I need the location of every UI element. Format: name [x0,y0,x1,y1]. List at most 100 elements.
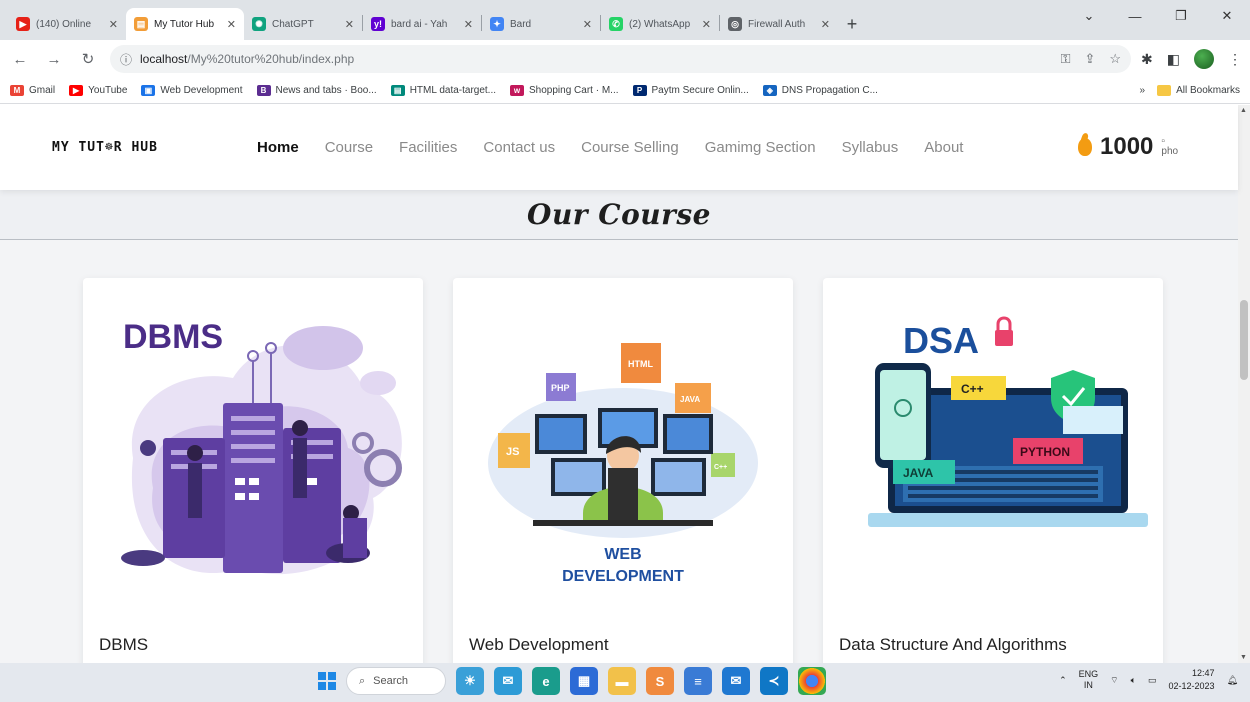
all-bookmarks[interactable]: All Bookmarks [1157,85,1240,96]
forward-button[interactable]: → [42,47,66,71]
site-navbar: MY TUT☸R HUB Home Course Facilities Cont… [0,105,1238,190]
bootstrap-icon: B [256,85,271,96]
close-window-button[interactable]: ✕ [1204,0,1250,32]
page-icon: ▤ [134,17,148,31]
php-tag: PHP [551,383,570,393]
file-explorer-icon[interactable]: ▬ [608,667,636,695]
avatar[interactable]: ▫ pho [1161,137,1191,157]
reload-button[interactable]: ↻ [76,47,100,71]
tab-whatsapp[interactable]: ✆ (2) WhatsApp ✕ [601,8,719,40]
language-code: ENG [1078,669,1099,679]
course-title[interactable]: Web Development [469,635,609,655]
notification-bell-icon[interactable]: 🔔︎ [1227,675,1238,686]
page-scrollbar[interactable]: ▲ ▼ [1238,105,1250,663]
menu-syllabus[interactable]: Syllabus [842,139,899,156]
bookmark-label: Web Development [160,85,243,96]
chrome-icon[interactable] [798,667,826,695]
chat-icon[interactable]: ✉ [494,667,522,695]
scrollbar-thumb[interactable] [1240,300,1248,380]
chevron-up-icon[interactable]: ⌃ [1059,675,1067,686]
battery-icon[interactable]: ▭ [1148,675,1157,686]
more-menu-icon[interactable]: ⋮ [1228,51,1242,68]
bookmark-shopping-cart[interactable]: w Shopping Cart · M... [510,85,619,96]
close-icon[interactable]: ✕ [583,18,592,31]
info-icon[interactable]: ⓘ [120,51,132,68]
date: 02-12-2023 [1168,681,1215,691]
bookmark-label: Shopping Cart · M... [529,85,619,96]
tab-yahoo[interactable]: y! bard ai - Yah ✕ [363,8,481,40]
close-icon[interactable]: ✕ [345,18,354,31]
new-tab-button[interactable]: + [838,8,866,40]
profile-avatar[interactable] [1194,49,1214,69]
course-card-web-development[interactable]: HTML PHP JAVA JS C++ WEB DEVELOPMENT Web… [453,278,793,663]
sublime-icon[interactable]: S [646,667,674,695]
course-title[interactable]: Data Structure And Algorithms [839,635,1067,655]
close-icon[interactable]: ✕ [227,18,236,31]
dns-icon: ◈ [762,85,777,96]
taskbar-search[interactable]: ⌕ Search [346,667,446,695]
close-icon[interactable]: ✕ [464,18,473,31]
scroll-up-icon[interactable]: ▲ [1240,107,1247,114]
scroll-down-icon[interactable]: ▼ [1240,654,1247,661]
menu-facilities[interactable]: Facilities [399,139,457,156]
back-button[interactable]: ← [8,47,32,71]
bookmark-html-data-target[interactable]: ▤ HTML data-target... [390,85,496,96]
bookmark-news[interactable]: B News and tabs · Boo... [256,85,377,96]
star-icon[interactable]: ☆ [1109,51,1121,67]
chevron-right-icon[interactable]: » [1140,85,1146,96]
bookmarks-bar: M Gmail ▶ YouTube ▣ Web Development B News a… [0,78,1250,104]
windows-start-icon[interactable] [318,672,336,690]
minimize-button[interactable]: — [1112,0,1158,32]
notepad-icon[interactable]: ≡ [684,667,712,695]
chatgpt-icon: ✺ [252,17,266,31]
dsa-art-text: DSA [903,320,979,361]
menu-contact-us[interactable]: Contact us [483,139,555,156]
language-indicator[interactable]: ENG IN [1079,669,1099,691]
menu-course-selling[interactable]: Course Selling [581,139,679,156]
extensions-icon[interactable]: ✱ [1141,51,1153,68]
bookmark-youtube[interactable]: ▶ YouTube [69,85,127,96]
side-panel-icon[interactable]: ◧ [1167,51,1180,68]
address-bar[interactable]: ⓘ localhost/My%20tutor%20hub/index.php ⚿… [110,45,1132,73]
bookmark-dns-propagation[interactable]: ◈ DNS Propagation C... [762,85,878,96]
tab-youtube[interactable]: ▶ (140) Online ✕ [8,8,126,40]
store-icon[interactable]: ▦ [570,667,598,695]
menu-about[interactable]: About [924,139,963,156]
bookmark-label: All Bookmarks [1176,85,1240,96]
mail-icon[interactable]: ✉ [722,667,750,695]
gmail-icon: M [10,85,24,96]
menu-course[interactable]: Course [325,139,373,156]
java-label: JAVA [903,466,934,480]
menu-home[interactable]: Home [257,139,299,156]
key-icon[interactable]: ⚿ [1061,51,1071,67]
close-icon[interactable]: ✕ [821,18,830,31]
course-cards: DBMS DBMS HTML PHP JAVA JS C++ WEB DEVEL… [0,240,1238,663]
tab-bard[interactable]: ✦ Bard ✕ [482,8,600,40]
restore-button[interactable]: ❐ [1158,0,1204,32]
close-icon[interactable]: ✕ [702,18,711,31]
close-icon[interactable]: ✕ [109,18,118,31]
browser-toolbar: ← → ↻ ⓘ localhost/My%20tutor%20hub/index… [0,40,1250,78]
clock[interactable]: 12:47 02-12-2023 [1169,667,1215,693]
edge-icon[interactable]: e [532,667,560,695]
widgets-icon[interactable]: ☀ [456,667,484,695]
chevron-down-icon[interactable]: ⌄ [1066,0,1112,32]
course-card-dsa[interactable]: DSA C++ PYTHON JAVA Data Structure And A… [823,278,1163,663]
tab-firewall[interactable]: ◎ Firewall Auth ✕ [720,8,838,40]
html-tag: HTML [628,359,653,369]
bookmark-web-development[interactable]: ▣ Web Development [141,85,243,96]
course-title[interactable]: DBMS [99,635,148,655]
share-icon[interactable]: ⇪ [1084,51,1095,67]
site-logo[interactable]: MY TUT☸R HUB [52,140,257,155]
volume-icon[interactable]: 🔈︎ [1131,675,1136,686]
vscode-icon[interactable]: ≺ [760,667,788,695]
menu-gaming-section[interactable]: Gamimg Section [705,139,816,156]
page-viewport: MY TUT☸R HUB Home Course Facilities Cont… [0,105,1250,663]
bookmark-gmail[interactable]: M Gmail [10,85,55,96]
tab-chatgpt[interactable]: ✺ ChatGPT ✕ [244,8,362,40]
youtube-icon: ▶ [16,17,30,31]
course-card-dbms[interactable]: DBMS DBMS [83,278,423,663]
tab-my-tutor-hub[interactable]: ▤ My Tutor Hub ✕ [126,8,244,40]
bookmark-paytm[interactable]: P Paytm Secure Onlin... [632,85,749,96]
wifi-icon[interactable]: ⌔ [1110,675,1118,686]
